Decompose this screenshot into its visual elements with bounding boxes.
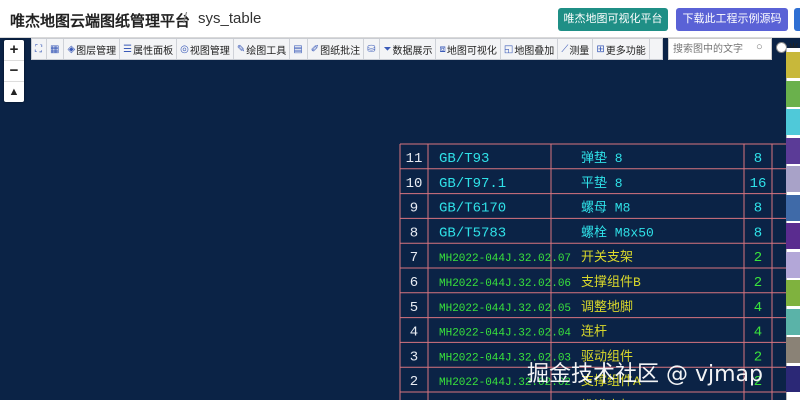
qrcode-icon: ▦ bbox=[50, 43, 60, 55]
row-number: 9 bbox=[410, 201, 418, 217]
toolbar-item-expand[interactable]: ⛶ bbox=[32, 39, 47, 59]
toolbar-item-document[interactable]: ▤ bbox=[290, 39, 308, 59]
filter-icon: ⏷ bbox=[383, 43, 392, 55]
row-number: 6 bbox=[410, 275, 418, 291]
toolbar-item-properties[interactable]: ☰ 属性面板 bbox=[120, 39, 178, 59]
search-icon[interactable]: ○ bbox=[756, 41, 763, 53]
toolbar-item-layers[interactable]: ◈ 图层管理 bbox=[64, 39, 121, 59]
row-number: 8 bbox=[410, 225, 418, 241]
layer-swatch[interactable] bbox=[786, 109, 800, 135]
overlay-icon: ◱ bbox=[503, 43, 514, 55]
layer-swatch[interactable] bbox=[786, 337, 800, 363]
part-quantity: 8 bbox=[754, 225, 762, 241]
toolbar-item-label: 地图叠加 bbox=[514, 45, 555, 57]
chart-icon: ⧈ bbox=[439, 43, 446, 55]
part-quantity: 8 bbox=[754, 201, 762, 217]
layers-icon: ◈ bbox=[67, 43, 76, 55]
toolbar-item-label: 绘图工具 bbox=[246, 45, 287, 57]
part-code: MH2022-044J.32.02.07 bbox=[439, 253, 571, 265]
part-name: 支撑组件B bbox=[581, 275, 641, 290]
zoom-out-button[interactable]: − bbox=[4, 61, 24, 82]
layer-swatch[interactable] bbox=[786, 365, 800, 392]
toolbar-item-qrcode[interactable]: ▦ bbox=[47, 39, 65, 59]
part-quantity: 4 bbox=[754, 300, 762, 316]
layer-swatch[interactable] bbox=[786, 223, 800, 249]
layer-swatch[interactable] bbox=[786, 251, 800, 278]
properties-icon: ☰ bbox=[123, 43, 133, 55]
toolbar-item-filter[interactable]: ⏷ 数据展示 bbox=[380, 39, 437, 59]
layer-swatch[interactable] bbox=[786, 308, 800, 335]
part-quantity: 2 bbox=[754, 275, 762, 291]
measure-icon: ⟋ bbox=[561, 43, 569, 55]
part-code: MH2022-044J.32.02.06 bbox=[439, 278, 571, 290]
toolbar-item-draw[interactable]: ✎ 绘图工具 bbox=[234, 39, 291, 59]
toolbar-item-label: 图纸批注 bbox=[320, 45, 361, 57]
row-number: 7 bbox=[410, 250, 418, 266]
part-name: 调整地脚 bbox=[581, 299, 633, 315]
toolbar-item-label: 测量 bbox=[569, 45, 590, 57]
part-code: GB/T93 bbox=[439, 151, 489, 167]
draw-icon: ✎ bbox=[236, 43, 246, 55]
layer-swatch[interactable] bbox=[786, 280, 800, 306]
toolbar-item-label: 更多功能 bbox=[605, 45, 646, 57]
toolbar-item-more[interactable]: ⊞ 更多功能 bbox=[593, 39, 650, 59]
toolbar-item-measure[interactable]: ⟋ 测量 bbox=[558, 39, 594, 59]
toolbar-item-chart[interactable]: ⧈ 地图可视化 bbox=[436, 39, 501, 59]
more-icon: ⊞ bbox=[596, 43, 605, 55]
part-code: MH2022-044J.32.02.05 bbox=[439, 303, 571, 315]
layer-swatch[interactable] bbox=[786, 80, 800, 107]
part-code: GB/T97.1 bbox=[439, 176, 506, 192]
zoom-in-button[interactable]: + bbox=[4, 40, 24, 61]
part-code: MH2022-044J.32.02.04 bbox=[439, 328, 571, 340]
row-number: 3 bbox=[410, 349, 418, 365]
layer-swatch[interactable] bbox=[786, 52, 800, 78]
part-quantity: 8 bbox=[754, 151, 762, 167]
row-number: 11 bbox=[406, 151, 423, 167]
toolbar-item-annotate[interactable]: ✐ 图纸批注 bbox=[308, 39, 365, 59]
view-icon: ◎ bbox=[180, 43, 189, 55]
toolbar-item-database[interactable]: ⛁ bbox=[364, 39, 381, 59]
layer-swatch[interactable] bbox=[786, 137, 800, 164]
annotate-icon: ✐ bbox=[310, 43, 320, 55]
watermark: 掘金技术社区 @ vjmap bbox=[527, 362, 763, 387]
document-icon: ▤ bbox=[293, 43, 303, 55]
part-name: 螺栓 M8x50 bbox=[581, 225, 654, 240]
part-name: 开关支架 bbox=[581, 250, 633, 265]
row-number: 5 bbox=[410, 300, 418, 316]
toolbar-item-label: 图层管理 bbox=[76, 45, 117, 57]
toolbar-item-label: 属性面板 bbox=[133, 45, 174, 57]
row-number: 4 bbox=[410, 325, 418, 341]
toolbar-item-overlay[interactable]: ◱ 地图叠加 bbox=[501, 39, 559, 59]
part-quantity: 4 bbox=[754, 325, 762, 341]
layer-swatch[interactable] bbox=[786, 166, 800, 192]
row-number: 10 bbox=[406, 176, 423, 192]
zoom-controls: + − ▲ bbox=[4, 40, 24, 102]
row-number: 2 bbox=[410, 374, 418, 390]
part-quantity: 16 bbox=[750, 176, 767, 192]
part-name: 螺母 M8 bbox=[581, 201, 630, 216]
compass-button[interactable]: ▲ bbox=[4, 82, 24, 102]
part-code: GB/T6170 bbox=[439, 201, 506, 217]
part-name: 连杆 bbox=[581, 324, 607, 340]
part-quantity: 2 bbox=[754, 250, 762, 266]
part-name: 平垫 8 bbox=[581, 175, 623, 191]
expand-icon: ⛶ bbox=[35, 43, 42, 55]
layer-swatch[interactable] bbox=[786, 194, 800, 221]
database-icon: ⛁ bbox=[367, 43, 376, 55]
part-name: 弹垫 8 bbox=[581, 150, 623, 166]
toolbar-item-label: 数据展示 bbox=[392, 45, 433, 57]
drawing-canvas[interactable]: 11 GB/T93 弹垫 8 8 10 GB/T97.1 平垫 8 16 9 GB/T6170 螺母… bbox=[0, 0, 800, 400]
toolbar-item-label: 地图可视化 bbox=[446, 45, 497, 57]
toolbar-item-label: 视图管理 bbox=[189, 45, 230, 57]
toolbar-item-view[interactable]: ◎ 视图管理 bbox=[177, 39, 234, 59]
main-toolbar: ⛶ ▦ ◈ 图层管理 ☰ 属性面板 ◎ 视图管理 ✎ 绘图工具 ▤ ✐ 图纸批注 ⛁ ⏷ 数据展示 ⧈ 地图可视化… bbox=[31, 38, 663, 60]
part-code: GB/T5783 bbox=[439, 225, 506, 241]
